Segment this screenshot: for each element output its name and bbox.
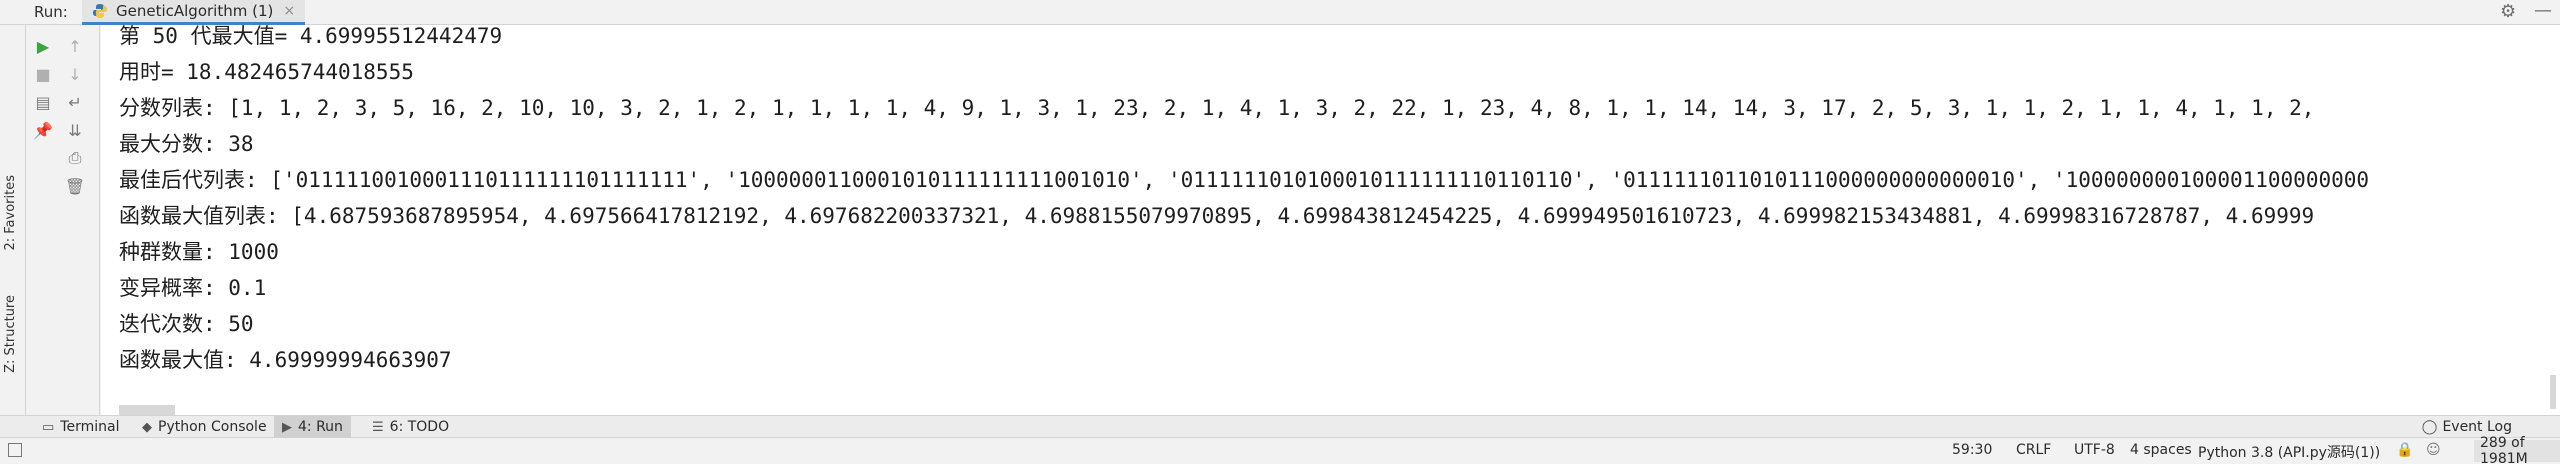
tab-label: Terminal xyxy=(60,419,120,435)
console-line: 最大分数: 38 xyxy=(119,132,254,156)
indent-setting[interactable]: 4 spaces xyxy=(2130,442,2192,458)
python-icon xyxy=(93,4,107,18)
run-tab-title: GeneticAlgorithm (1) xyxy=(116,2,274,20)
minimize-icon[interactable]: — xyxy=(2534,0,2552,21)
tool-windows-icon[interactable] xyxy=(8,443,22,457)
run-config-tab[interactable]: GeneticAlgorithm (1) × xyxy=(82,0,306,25)
memory-indicator[interactable]: 289 of 1981M xyxy=(2474,435,2560,464)
line-separator[interactable]: CRLF xyxy=(2016,442,2051,458)
console-line: 用时= 18.482465744018555 xyxy=(119,60,414,84)
console-line: 第 50 代最大值= 4.69995512442479 xyxy=(119,25,503,48)
run-label: Run: xyxy=(34,3,68,21)
caret-position[interactable]: 59:30 xyxy=(1952,442,1992,458)
stop-icon[interactable]: ■ xyxy=(30,61,56,87)
event-log-icon: ◯ xyxy=(2421,419,2438,435)
scroll-to-end-icon[interactable]: ⇊ xyxy=(62,117,88,143)
horizontal-scrollbar[interactable] xyxy=(119,405,175,415)
tab-terminal[interactable]: ▭ Terminal xyxy=(34,416,127,438)
user-icon[interactable]: ☺ xyxy=(2426,442,2441,458)
run-toolbar: ▶ ■ ▤ 📌 ↑ ↓ ↵ ⇊ ⎙ 🗑 xyxy=(26,25,100,415)
favorites-tab[interactable]: 2: Favorites xyxy=(3,175,18,251)
console-line: 分数列表: [1, 1, 2, 3, 5, 16, 2, 10, 10, 3, … xyxy=(119,96,2315,120)
console-line: 最佳后代列表: ['011111001000111011111110111111… xyxy=(119,168,2370,192)
soft-wrap-icon[interactable]: ↵ xyxy=(62,89,88,115)
console-line: 种群数量: 1000 xyxy=(119,240,279,264)
gear-icon[interactable]: ⚙ xyxy=(2500,1,2516,22)
tab-label: Python Console xyxy=(158,419,267,435)
terminal-icon: ▭ xyxy=(42,419,55,435)
tab-todo[interactable]: ☰ 6: TODO xyxy=(364,416,457,438)
event-log-label: Event Log xyxy=(2442,419,2512,435)
tab-label: 4: Run xyxy=(298,419,343,435)
structure-tab[interactable]: Z: Structure xyxy=(3,295,18,373)
python-interpreter[interactable]: Python 3.8 (API.py源码(1)) xyxy=(2198,442,2380,462)
tab-label: 6: TODO xyxy=(389,419,450,435)
file-encoding[interactable]: UTF-8 xyxy=(2074,442,2115,458)
console-line: 变异概率: 0.1 xyxy=(119,276,267,300)
run-icon: ▶ xyxy=(282,419,292,435)
status-bar: 59:30 CRLF UTF-8 4 spaces Python 3.8 (AP… xyxy=(0,435,2560,464)
tab-run[interactable]: ▶ 4: Run xyxy=(274,416,351,438)
console-line: 函数最大值: 4.69999994663907 xyxy=(119,348,452,372)
tool-window-tabs: ▭ Terminal ◆ Python Console ▶ 4: Run ☰ 6… xyxy=(0,415,2560,438)
lock-icon[interactable]: 🔒 xyxy=(2396,442,2413,458)
tab-python-console[interactable]: ◆ Python Console xyxy=(134,416,275,438)
arrow-down-icon[interactable]: ↓ xyxy=(62,61,88,87)
run-header-bar: Run: GeneticAlgorithm (1) × ⚙ — xyxy=(0,0,2560,25)
left-tool-stripe: 2: Favorites Z: Structure xyxy=(0,25,26,415)
console-line: 函数最大值列表: [4.687593687895954, 4.697566417… xyxy=(119,204,2315,228)
python-console-icon: ◆ xyxy=(142,419,152,435)
todo-icon: ☰ xyxy=(372,419,384,435)
console-output[interactable]: 第 50 代最大值= 4.69995512442479 用时= 18.48246… xyxy=(101,25,2560,415)
pin-icon[interactable]: 📌 xyxy=(30,117,56,143)
play-icon[interactable]: ▶ xyxy=(30,33,56,59)
arrow-up-icon[interactable]: ↑ xyxy=(62,33,88,59)
close-icon[interactable]: × xyxy=(283,3,295,19)
layout-icon[interactable]: ▤ xyxy=(30,89,56,115)
vertical-scrollbar[interactable] xyxy=(2550,375,2556,409)
print-icon[interactable]: ⎙ xyxy=(62,145,88,171)
console-line: 迭代次数: 50 xyxy=(119,312,254,336)
trash-icon[interactable]: 🗑 xyxy=(62,173,88,199)
